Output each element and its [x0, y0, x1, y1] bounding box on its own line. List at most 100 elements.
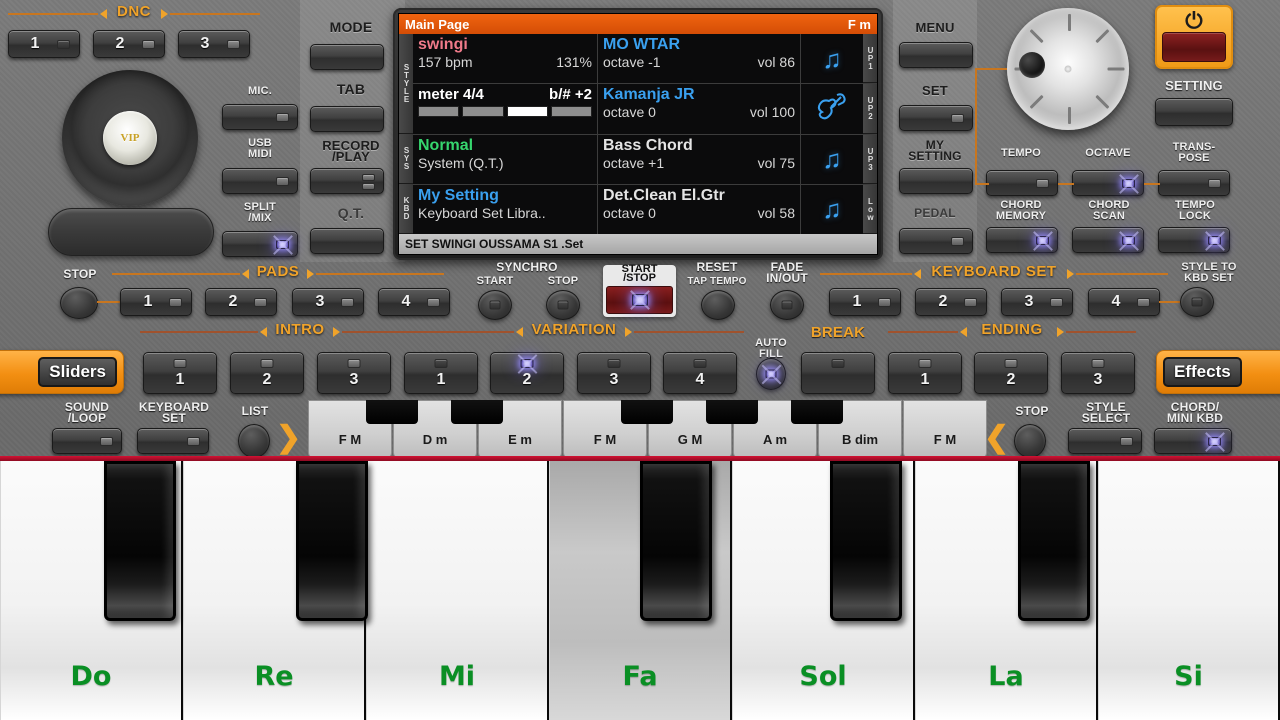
lcd-display[interactable]: Main Page F m STYLE SYS KBD swingi 157 b… [398, 13, 878, 255]
black-key-fa-sharp[interactable] [640, 461, 712, 621]
ending-button-2[interactable]: 2 [974, 352, 1048, 394]
intro-2-led [260, 359, 274, 368]
style-meter-cell[interactable]: meter 4/4 b/# +2 [413, 84, 598, 134]
white-key-si[interactable]: Si [1098, 461, 1280, 720]
chord-key-7[interactable]: F M [903, 400, 987, 458]
display-tab-up3[interactable]: UP3 [863, 134, 877, 184]
chord-black-key-3[interactable] [706, 400, 758, 424]
sliders-tab[interactable]: Sliders [0, 350, 124, 394]
upper3-volume: vol 75 [757, 154, 795, 171]
display-row[interactable]: My Setting Keyboard Set Libra.. Det.Clea… [413, 184, 877, 234]
split-mix-button[interactable] [222, 231, 298, 257]
keyboard-set-button-1[interactable]: 1 [829, 288, 901, 316]
chord-black-key-1[interactable] [451, 400, 503, 424]
auto-fill-button[interactable] [756, 358, 786, 390]
dnc-button-1[interactable]: 1 [8, 30, 80, 58]
intro-button-3[interactable]: 3 [317, 352, 391, 394]
variation-button-1[interactable]: 1 [404, 352, 478, 394]
display-tab-up1[interactable]: UP1 [863, 34, 877, 84]
keyboard-set-button-3[interactable]: 3 [1001, 288, 1073, 316]
display-tab-sys[interactable]: SYS [399, 133, 413, 184]
mode-button[interactable] [310, 44, 384, 70]
jog-wheel[interactable]: VIP [62, 70, 198, 206]
set-button[interactable] [899, 105, 973, 131]
dnc-button-3[interactable]: 3 [178, 30, 250, 58]
dnc-button-2[interactable]: 2 [93, 30, 165, 58]
bottom-stop-button[interactable] [1014, 424, 1046, 458]
lower-cell[interactable]: Det.Clean El.Gtr octave 0 vol 58 [598, 184, 801, 234]
black-key-re-sharp[interactable] [296, 461, 368, 621]
chevron-right-icon[interactable]: ❯ [276, 423, 302, 454]
chord-scan-button[interactable] [1072, 227, 1144, 253]
intro-button-1[interactable]: 1 [143, 352, 217, 394]
mic-button[interactable] [222, 104, 298, 130]
style-to-kbd-set-button[interactable] [1180, 287, 1214, 317]
tempo-button[interactable] [986, 170, 1058, 196]
black-key-do-sharp[interactable] [104, 461, 176, 621]
display-row[interactable]: swingi 157 bpm 131% MO WTAR octave -1 vo… [413, 34, 877, 85]
style-select-button[interactable] [1068, 428, 1142, 454]
my-setting-button[interactable] [899, 168, 973, 194]
synchro-start-button[interactable] [478, 290, 512, 320]
variation-button-3[interactable]: 3 [577, 352, 651, 394]
display-tab-up2[interactable]: UP2 [863, 84, 877, 134]
break-button[interactable] [801, 352, 875, 394]
chevron-left-icon[interactable]: ❮ [984, 423, 1010, 454]
value-dial[interactable] [1007, 8, 1129, 130]
upper1-cell[interactable]: MO WTAR octave -1 vol 86 [598, 34, 801, 84]
tempo-lock-button[interactable] [1158, 227, 1230, 253]
style-info-cell[interactable]: swingi 157 bpm 131% [413, 34, 598, 84]
ending-button-3[interactable]: 3 [1061, 352, 1135, 394]
keyboard-set-button-2[interactable]: 2 [915, 288, 987, 316]
pad-button-4[interactable]: 4 [378, 288, 450, 316]
display-row[interactable]: Normal System (Q.T.) Bass Chord octave +… [413, 134, 877, 185]
list-knob[interactable] [238, 424, 270, 458]
upper2-cell[interactable]: Kamanja JR octave 0 vol 100 [598, 84, 801, 134]
chord-memory-button[interactable] [986, 227, 1058, 253]
variation-button-4[interactable]: 4 [663, 352, 737, 394]
display-tab-low[interactable]: Low [863, 184, 877, 234]
display-tab-style[interactable]: STYLE [399, 34, 413, 134]
setting-button[interactable] [1155, 98, 1233, 126]
white-key-mi[interactable]: Mi [366, 461, 549, 720]
intro-button-2[interactable]: 2 [230, 352, 304, 394]
keyboard-set-button-4[interactable]: 4 [1088, 288, 1160, 316]
black-key-sol-sharp[interactable] [830, 461, 902, 621]
display-row[interactable]: meter 4/4 b/# +2 Kamanja JR octave 0 vol… [413, 84, 877, 135]
start-stop-button[interactable]: START /STOP [603, 264, 676, 317]
synchro-stop-button[interactable] [546, 290, 580, 320]
chord-black-key-4[interactable] [791, 400, 843, 424]
lower-params: octave 0 vol 58 [603, 205, 795, 222]
chord-black-key-2[interactable] [621, 400, 673, 424]
keyboard-set-bottom-button[interactable] [137, 428, 209, 454]
transpose-button[interactable] [1158, 170, 1230, 196]
pad-4-led [427, 298, 440, 307]
sys-cell[interactable]: Normal System (Q.T.) [413, 134, 598, 184]
kbd-cell[interactable]: My Setting Keyboard Set Libra.. [413, 184, 598, 234]
pad-button-2[interactable]: 2 [205, 288, 277, 316]
usb-midi-button[interactable] [222, 168, 298, 194]
ending-button-1[interactable]: 1 [888, 352, 962, 394]
effects-tab[interactable]: Effects [1156, 350, 1280, 394]
pedal-button[interactable] [899, 228, 973, 254]
pad-button-3[interactable]: 3 [292, 288, 364, 316]
tab-button[interactable] [310, 106, 384, 132]
sound-loop-button[interactable] [52, 428, 122, 454]
record-play-button[interactable] [310, 168, 384, 194]
menu-button[interactable] [899, 42, 973, 68]
black-key-la-sharp[interactable] [1018, 461, 1090, 621]
pedal-led [951, 237, 964, 246]
joystick-bar[interactable] [48, 208, 214, 256]
fade-in-out-button[interactable] [770, 290, 804, 320]
upper3-cell[interactable]: Bass Chord octave +1 vol 75 [598, 134, 801, 184]
chord-mini-kbd-button[interactable] [1154, 428, 1232, 454]
qt-button[interactable] [310, 228, 384, 254]
pads-stop-button[interactable] [60, 287, 98, 319]
pad-button-1[interactable]: 1 [120, 288, 192, 316]
variation-button-2[interactable]: 2 [490, 352, 564, 394]
display-tab-kbd[interactable]: KBD [399, 183, 413, 234]
chord-black-key-0[interactable] [366, 400, 418, 424]
octave-button[interactable] [1072, 170, 1144, 196]
power-button[interactable]: ⏻ [1155, 5, 1233, 69]
reset-tap-tempo-button[interactable] [701, 290, 735, 320]
